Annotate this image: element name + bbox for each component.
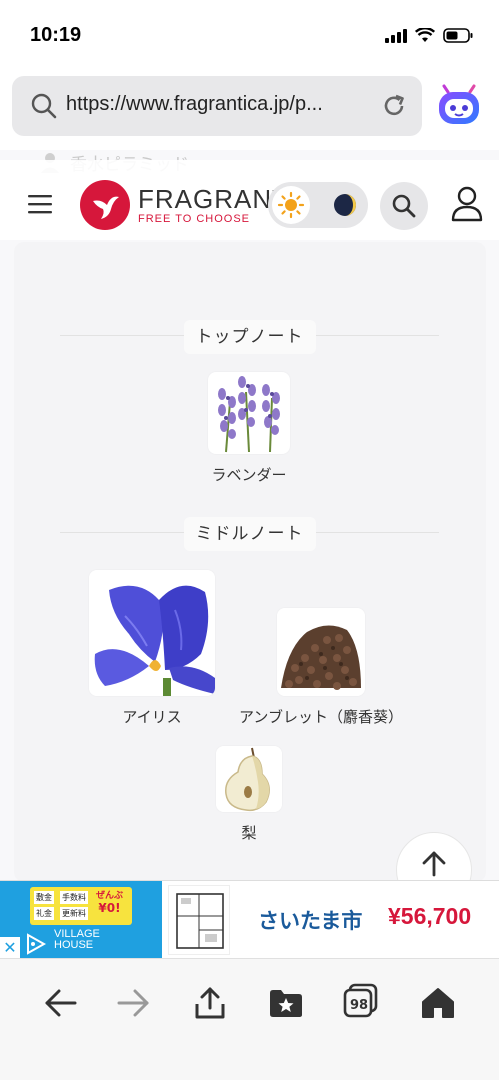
status-icons xyxy=(385,28,473,43)
signal-icon xyxy=(385,28,407,43)
hamburger-menu-icon[interactable] xyxy=(28,194,54,214)
wifi-icon xyxy=(415,28,435,42)
home-button[interactable] xyxy=(418,983,458,1023)
logo-bird-icon xyxy=(80,180,130,230)
ad-left-panel: 敷金 手数料 礼金 更新料 ぜんぶ ¥0! VILLAGE HOUSE ✕ xyxy=(0,881,162,959)
ad-banner[interactable]: 敷金 手数料 礼金 更新料 ぜんぶ ¥0! VILLAGE HOUSE ✕ さい… xyxy=(0,880,499,959)
ad-city: さいたま市 xyxy=(258,909,363,933)
ad-brand: VILLAGE HOUSE xyxy=(54,929,100,951)
share-button[interactable] xyxy=(190,983,230,1023)
ad-price: ¥56,700 xyxy=(388,903,472,929)
assistant-icon[interactable] xyxy=(436,84,482,128)
note-pear[interactable]: 梨 xyxy=(204,746,294,843)
moon-icon xyxy=(326,186,364,224)
status-time: 10:19 xyxy=(30,24,82,46)
share-icon xyxy=(195,987,225,1019)
theme-toggle[interactable] xyxy=(268,182,368,228)
adchoices-icon[interactable] xyxy=(24,933,48,955)
ad-zero-line2: ¥0! xyxy=(98,901,121,915)
ad-brand-line2: HOUSE xyxy=(54,939,94,951)
status-bar: 10:19 xyxy=(0,0,499,70)
top-notes-title-text: トップノート xyxy=(183,320,316,354)
search-icon xyxy=(392,194,416,218)
pear-image xyxy=(216,746,282,812)
user-icon[interactable] xyxy=(450,186,484,222)
site-header: FRAGRANTICA FREE TO CHOOSE xyxy=(0,160,499,240)
tab-count: 98 xyxy=(349,997,369,1013)
reload-icon[interactable] xyxy=(380,92,408,120)
ambrette-seeds-image xyxy=(277,608,365,696)
note-ambrette[interactable]: アンブレット（麝香葵） xyxy=(226,608,416,727)
ad-cell: 更新料 xyxy=(60,907,88,920)
battery-icon xyxy=(443,28,473,43)
forward-button[interactable] xyxy=(114,983,154,1023)
note-label: ラベンダー xyxy=(211,466,287,484)
browser-toolbar: 98 xyxy=(0,958,499,1080)
note-label: 梨 xyxy=(241,824,257,842)
middle-notes-title-text: ミドルノート xyxy=(183,517,316,551)
tabs-button[interactable]: 98 xyxy=(343,983,383,1023)
note-label: アイリス xyxy=(122,708,182,726)
iris-image xyxy=(89,570,215,696)
home-icon xyxy=(422,988,454,1018)
search-icon xyxy=(31,93,57,119)
address-bar[interactable]: https://www.fragrantica.jp/p... xyxy=(12,76,422,136)
arrow-right-icon xyxy=(117,989,149,1017)
ad-cell: 手数料 xyxy=(60,891,88,904)
note-label: アンブレット（麝香葵） xyxy=(239,708,403,726)
ad-zero-line1: ぜんぶ xyxy=(96,891,124,901)
ad-cell: 礼金 xyxy=(34,907,54,920)
web-page: 香水ピラミッド FRAGRANTICA FREE TO CHOOSE xyxy=(0,150,499,880)
ad-zero-text: ぜんぶ ¥0! xyxy=(96,891,123,915)
ad-cell: 敷金 xyxy=(34,891,54,904)
ad-close-icon[interactable]: ✕ xyxy=(0,937,20,959)
sun-icon xyxy=(272,186,310,224)
bookmarks-button[interactable] xyxy=(266,983,306,1023)
header-search-button[interactable] xyxy=(380,182,428,230)
lavender-image xyxy=(208,372,290,454)
arrow-up-icon xyxy=(422,851,446,877)
url-text[interactable]: https://www.fragrantica.jp/p... xyxy=(66,93,323,116)
ad-fee-box: 敷金 手数料 礼金 更新料 ぜんぶ ¥0! xyxy=(30,887,132,925)
bookmark-folder-icon xyxy=(270,990,302,1017)
middle-notes-title: ミドルノート xyxy=(0,517,499,551)
arrow-left-icon xyxy=(45,989,77,1017)
floorplan-image xyxy=(168,885,230,955)
note-iris[interactable]: アイリス xyxy=(82,570,222,727)
top-notes-title: トップノート xyxy=(0,320,499,354)
note-lavender[interactable]: ラベンダー xyxy=(199,372,299,485)
back-button[interactable] xyxy=(40,983,80,1023)
